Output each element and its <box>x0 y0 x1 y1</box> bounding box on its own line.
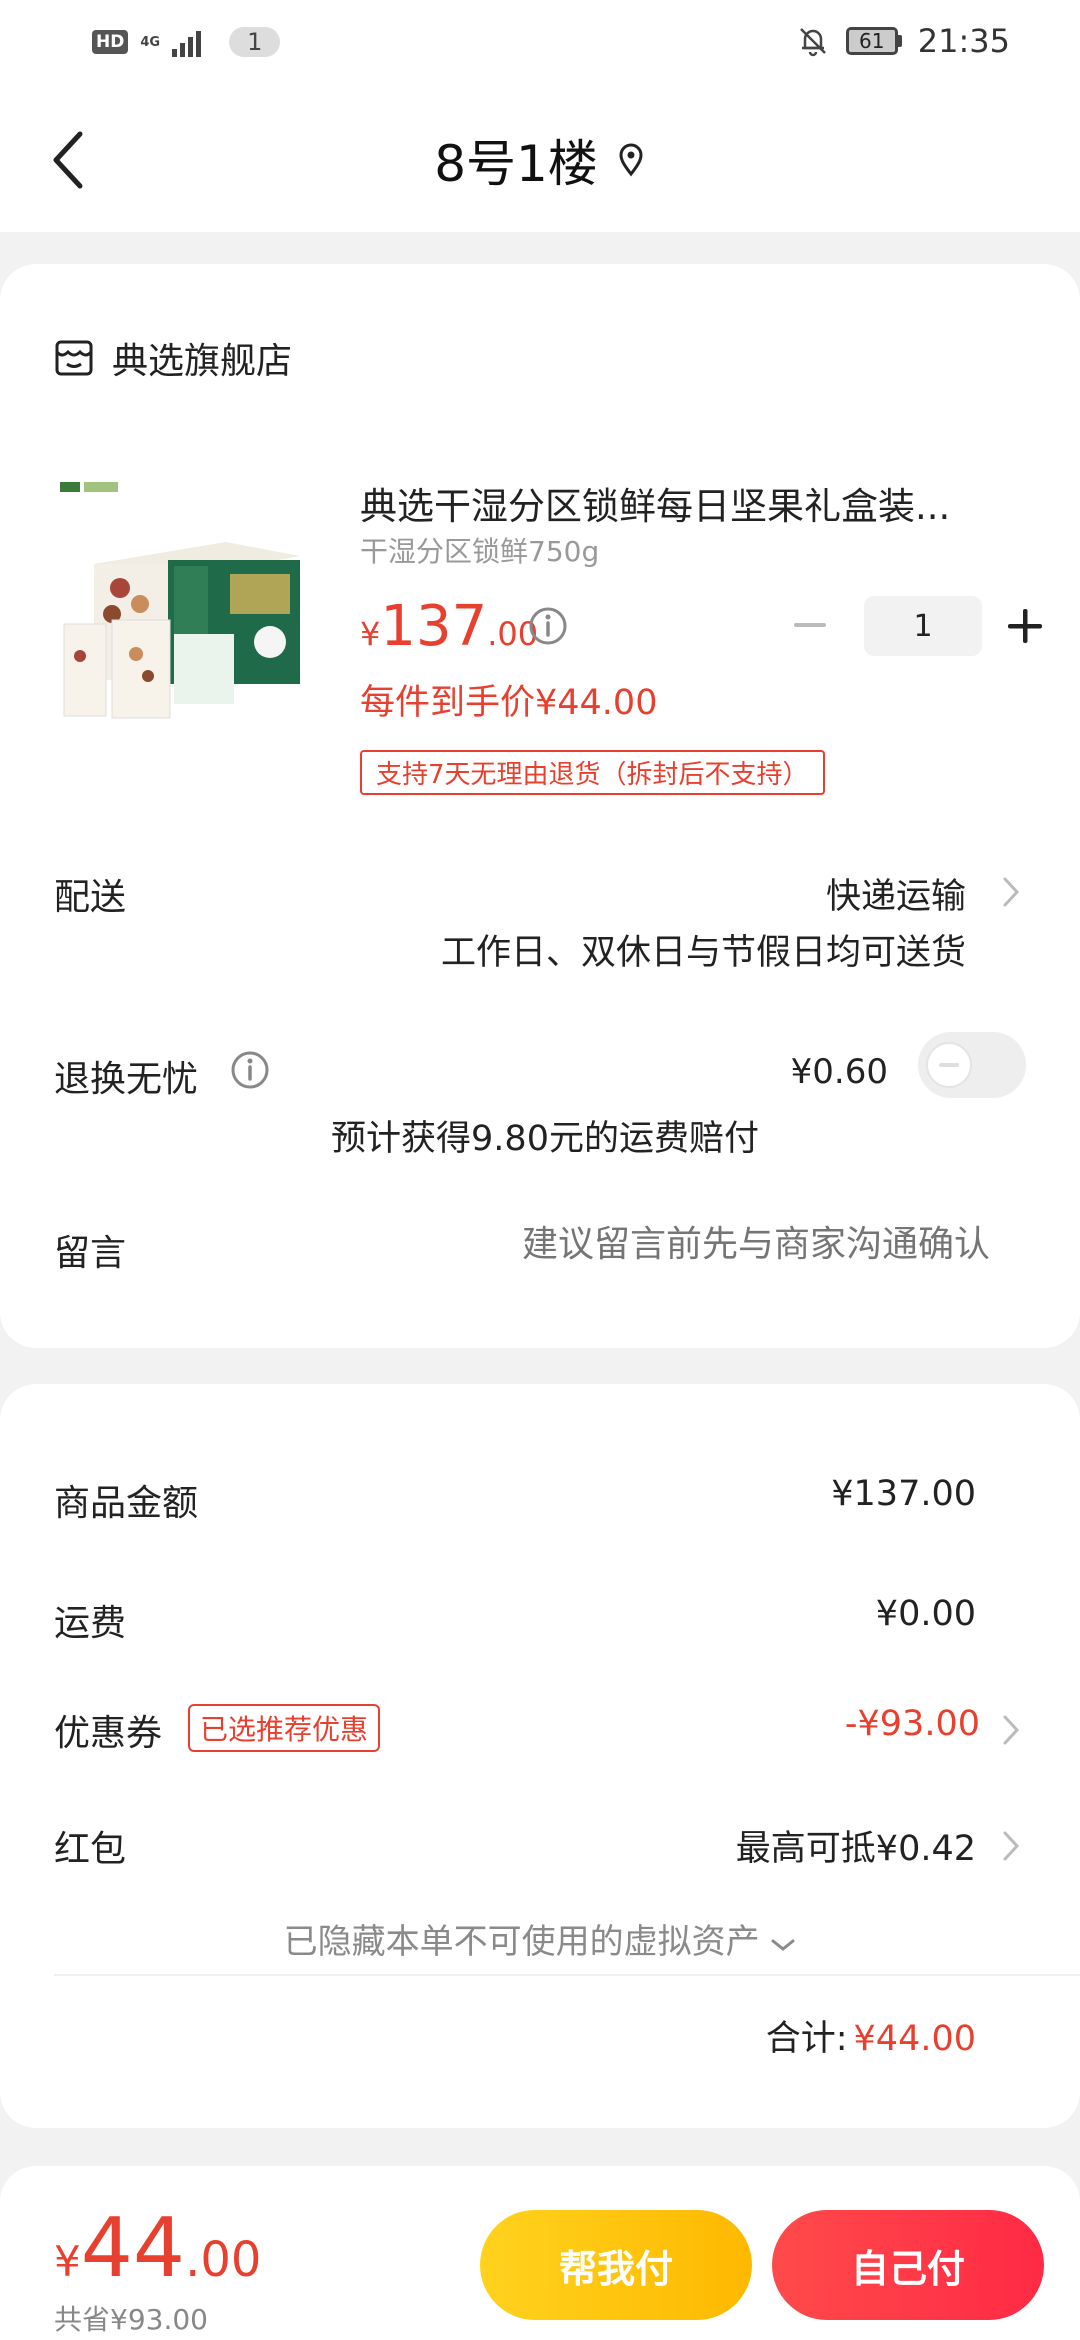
store-icon <box>55 340 93 376</box>
divider <box>54 1974 1080 1976</box>
goods-amount-value: ¥137.00 <box>831 1474 976 1514</box>
decrease-button[interactable] <box>790 596 830 656</box>
exchange-price: ¥0.60 <box>790 1052 888 1092</box>
unit-final-price: 每件到手价¥44.00 <box>360 683 658 723</box>
network-type: 4G <box>140 34 161 50</box>
increase-button[interactable] <box>1004 596 1046 656</box>
exchange-info-icon[interactable] <box>230 1050 270 1090</box>
minus-icon <box>794 623 826 627</box>
total-label: 合计: <box>765 2019 848 2059</box>
price-summary-card: 商品金额 ¥137.00 运费 ¥0.00 优惠券 已选推荐优惠 -¥93.00… <box>0 1384 1080 2128</box>
status-bar: HD 4G 1 61 21:35 <box>0 0 1080 84</box>
total-row: 合计: ¥44.00 <box>766 2010 976 2061</box>
delivery-label: 配送 <box>54 877 127 918</box>
price-info-icon[interactable] <box>528 606 568 646</box>
help-pay-button[interactable]: 帮我付 <box>480 2210 752 2320</box>
coupon-label: 优惠券 <box>54 1713 163 1754</box>
chevron-down-icon <box>771 1939 795 1951</box>
total-value: ¥44.00 <box>853 2019 976 2059</box>
chevron-right-icon[interactable] <box>1002 1830 1020 1862</box>
plus-icon <box>1008 609 1042 643</box>
notification-count: 1 <box>229 27 281 57</box>
quantity-stepper: 1 <box>790 596 1046 656</box>
address-selector[interactable]: 8号1楼 <box>0 120 1080 200</box>
store-row[interactable]: 典选旗舰店 <box>54 332 292 384</box>
order-item-card: 典选旗舰店 典选干湿分区锁鲜每日坚果礼盒装... 干湿分区锁鲜750g ¥ 13… <box>0 264 1080 1348</box>
remark-label: 留言 <box>54 1233 127 1274</box>
coupon-tag: 已选推荐优惠 <box>188 1704 381 1752</box>
remark-input[interactable] <box>370 1224 990 1265</box>
status-right: 61 21:35 <box>796 18 1010 64</box>
product-title[interactable]: 典选干湿分区锁鲜每日坚果礼盒装... <box>360 476 1000 530</box>
shipping-value: ¥0.00 <box>875 1594 976 1634</box>
exchange-toggle[interactable] <box>918 1032 1026 1098</box>
product-image[interactable] <box>50 464 324 738</box>
product-spec: 干湿分区锁鲜750g <box>360 535 600 568</box>
hidden-assets-text: 已隐藏本单不可使用的虚拟资产 <box>283 1922 760 1962</box>
store-name: 典选旗舰店 <box>112 341 293 382</box>
quantity-field[interactable]: 1 <box>864 596 982 656</box>
hidden-assets-toggle[interactable]: 已隐藏本单不可使用的虚拟资产 <box>0 1914 1080 1963</box>
pay-bar: ¥ 44 .00 共省¥93.00 帮我付 自己付 <box>0 2166 1080 2340</box>
return-policy-tag: 支持7天无理由退货（拆封后不支持） <box>360 750 825 795</box>
shipping-label: 运费 <box>54 1603 127 1644</box>
toggle-knob <box>926 1042 972 1088</box>
signal-icon <box>172 27 202 57</box>
clock: 21:35 <box>917 22 1010 60</box>
page-header: 8号1楼 <box>0 84 1080 232</box>
location-pin-icon <box>619 143 643 177</box>
delivery-method[interactable]: 快递运输 <box>826 868 966 919</box>
hd-icon: HD <box>92 30 129 54</box>
chevron-right-icon[interactable] <box>1002 876 1020 908</box>
self-pay-button[interactable]: 自己付 <box>772 2210 1044 2320</box>
goods-amount-label: 商品金额 <box>54 1483 199 1524</box>
battery-icon: 61 <box>845 27 902 55</box>
pay-amount: ¥ 44 .00 <box>54 2201 262 2296</box>
chevron-right-icon[interactable] <box>1002 1714 1020 1746</box>
redpacket-value[interactable]: 最高可抵¥0.42 <box>736 1820 976 1871</box>
status-left: HD 4G 1 <box>92 22 281 62</box>
delivery-note: 工作日、双休日与节假日均可送货 <box>440 933 966 973</box>
exchange-note: 预计获得9.80元的运费赔付 <box>331 1119 759 1159</box>
product-price: ¥ 137 .00 <box>360 594 539 659</box>
redpacket-label: 红包 <box>54 1829 127 1870</box>
coupon-value[interactable]: -¥93.00 <box>845 1704 980 1744</box>
exchange-label: 退换无忧 <box>54 1059 199 1100</box>
saved-amount: 共省¥93.00 <box>54 2303 208 2336</box>
page-title: 8号1楼 <box>434 135 598 193</box>
bell-off-icon <box>799 28 826 57</box>
